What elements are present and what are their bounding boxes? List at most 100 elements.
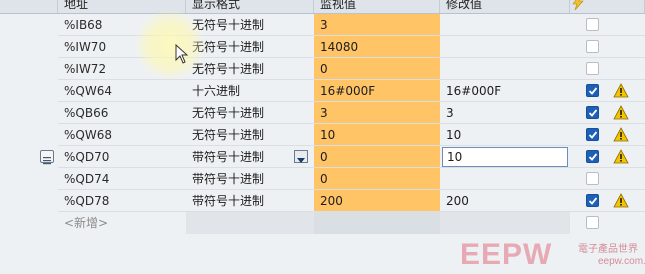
address-cell[interactable]: %IW72 bbox=[58, 58, 186, 80]
modify-trigger-cell[interactable] bbox=[570, 58, 645, 80]
row-header-cell[interactable] bbox=[0, 190, 58, 212]
format-cell[interactable]: 带符号十进制 bbox=[186, 190, 314, 212]
table-row[interactable]: %QW64 十六进制 16#000F 16#000F bbox=[0, 80, 645, 102]
modify-trigger-cell[interactable] bbox=[570, 146, 645, 168]
modify-value-cell[interactable] bbox=[440, 14, 570, 36]
modify-value-cell[interactable]: 16#000F bbox=[440, 80, 570, 102]
address-cell[interactable]: %IB68 bbox=[58, 14, 186, 36]
lightning-icon bbox=[572, 0, 584, 13]
format-cell[interactable]: 带符号十进制 bbox=[186, 146, 314, 168]
monitor-value-cell bbox=[314, 212, 440, 234]
monitor-value-cell: 3 bbox=[314, 102, 440, 124]
modify-value-cell[interactable] bbox=[440, 168, 570, 190]
address-text: %QD74 bbox=[64, 172, 110, 186]
format-cell[interactable]: 无符号十进制 bbox=[186, 124, 314, 146]
address-cell[interactable]: %QD70 bbox=[58, 146, 186, 168]
row-header-cell[interactable] bbox=[0, 36, 58, 58]
modify-trigger-cell[interactable] bbox=[570, 36, 645, 58]
table-header: 地址 显示格式 监视值 修改值 bbox=[0, 0, 645, 14]
table-row-new[interactable]: <新增> bbox=[0, 212, 645, 234]
address-cell[interactable]: %QW64 bbox=[58, 80, 186, 102]
format-text: 十六进制 bbox=[192, 84, 241, 98]
table-row[interactable]: %QD74 带符号十进制 0 bbox=[0, 168, 645, 190]
row-edit-icon[interactable] bbox=[40, 150, 54, 165]
row-header-cell[interactable] bbox=[0, 212, 58, 234]
modify-value-cell bbox=[440, 212, 570, 234]
monitor-value-text: 200 bbox=[320, 194, 343, 208]
address-cell[interactable]: %QD74 bbox=[58, 168, 186, 190]
row-header-cell[interactable] bbox=[0, 146, 58, 168]
format-cell[interactable]: 带符号十进制 bbox=[186, 168, 314, 190]
header-address[interactable]: 地址 bbox=[58, 0, 186, 13]
address-cell[interactable]: %QB66 bbox=[58, 102, 186, 124]
modify-checkbox[interactable] bbox=[586, 18, 599, 31]
modify-checkbox[interactable] bbox=[586, 150, 599, 163]
monitor-value-text: 0 bbox=[320, 172, 328, 186]
modify-trigger-cell[interactable] bbox=[570, 124, 645, 146]
format-cell[interactable]: 十六进制 bbox=[186, 80, 314, 102]
table-row[interactable]: %IB68 无符号十进制 3 bbox=[0, 14, 645, 36]
modify-checkbox[interactable] bbox=[586, 194, 599, 207]
monitor-value-text: 3 bbox=[320, 18, 328, 32]
modify-checkbox[interactable] bbox=[586, 128, 599, 141]
watermark-logo: EEPW bbox=[460, 238, 553, 271]
format-cell[interactable]: 无符号十进制 bbox=[186, 102, 314, 124]
row-header-cell[interactable] bbox=[0, 168, 58, 190]
dropdown-arrow-icon[interactable] bbox=[294, 150, 308, 163]
address-text: %QW68 bbox=[64, 128, 112, 142]
modify-value-cell[interactable] bbox=[440, 58, 570, 80]
header-blank bbox=[0, 0, 58, 13]
modify-value-cell[interactable]: 200 bbox=[440, 190, 570, 212]
modify-trigger-cell[interactable] bbox=[570, 80, 645, 102]
modify-checkbox[interactable] bbox=[586, 62, 599, 75]
modify-checkbox[interactable] bbox=[586, 106, 599, 119]
row-header-cell[interactable] bbox=[0, 124, 58, 146]
modify-trigger-cell[interactable] bbox=[570, 212, 645, 234]
table-row[interactable]: %QB66 无符号十进制 3 3 bbox=[0, 102, 645, 124]
modify-checkbox[interactable] bbox=[586, 216, 599, 229]
new-row-text: <新增> bbox=[64, 216, 109, 230]
warning-triangle-icon bbox=[613, 83, 629, 102]
format-text: 带符号十进制 bbox=[192, 150, 265, 164]
row-header-cell[interactable] bbox=[0, 58, 58, 80]
new-row-cell[interactable]: <新增> bbox=[58, 212, 186, 234]
table-row[interactable]: %IW70 无符号十进制 14080 bbox=[0, 36, 645, 58]
monitor-value-cell: 0 bbox=[314, 58, 440, 80]
header-modify-trigger[interactable] bbox=[570, 0, 645, 13]
row-header-cell[interactable] bbox=[0, 14, 58, 36]
mouse-pointer-icon bbox=[175, 43, 189, 67]
format-cell[interactable]: 无符号十进制 bbox=[186, 58, 314, 80]
modify-trigger-cell[interactable] bbox=[570, 190, 645, 212]
address-text: %QD78 bbox=[64, 194, 110, 208]
address-cell[interactable]: %QW68 bbox=[58, 124, 186, 146]
format-text: 带符号十进制 bbox=[192, 172, 265, 186]
modify-value-cell[interactable]: 10 bbox=[440, 124, 570, 146]
row-header-cell[interactable] bbox=[0, 80, 58, 102]
address-text: %IW72 bbox=[64, 62, 107, 76]
table-row[interactable]: %QD78 带符号十进制 200 200 bbox=[0, 190, 645, 212]
header-monitor-value[interactable]: 监视值 bbox=[314, 0, 440, 13]
modify-checkbox[interactable] bbox=[586, 172, 599, 185]
monitor-value-text: 10 bbox=[320, 128, 336, 142]
format-cell[interactable]: 无符号十进制 bbox=[186, 36, 314, 58]
modify-checkbox[interactable] bbox=[586, 40, 599, 53]
header-display-format[interactable]: 显示格式 bbox=[186, 0, 314, 13]
table-row[interactable]: %IW72 无符号十进制 0 bbox=[0, 58, 645, 80]
modify-checkbox[interactable] bbox=[586, 84, 599, 97]
format-text: 无符号十进制 bbox=[192, 106, 265, 120]
format-cell[interactable]: 无符号十进制 bbox=[186, 14, 314, 36]
modify-value-cell[interactable]: 3 bbox=[440, 102, 570, 124]
address-text: %QW64 bbox=[64, 84, 112, 98]
warning-triangle-icon bbox=[613, 149, 629, 168]
row-header-cell[interactable] bbox=[0, 102, 58, 124]
modify-value-input[interactable]: 10 bbox=[442, 147, 568, 167]
address-cell[interactable]: %IW70 bbox=[58, 36, 186, 58]
modify-trigger-cell[interactable] bbox=[570, 102, 645, 124]
table-row[interactable]: %QW68 无符号十进制 10 10 bbox=[0, 124, 645, 146]
header-modify-value[interactable]: 修改值 bbox=[440, 0, 570, 13]
modify-value-cell[interactable] bbox=[440, 36, 570, 58]
modify-value-text: 16#000F bbox=[446, 84, 502, 98]
modify-trigger-cell[interactable] bbox=[570, 168, 645, 190]
address-cell[interactable]: %QD78 bbox=[58, 190, 186, 212]
modify-trigger-cell[interactable] bbox=[570, 14, 645, 36]
